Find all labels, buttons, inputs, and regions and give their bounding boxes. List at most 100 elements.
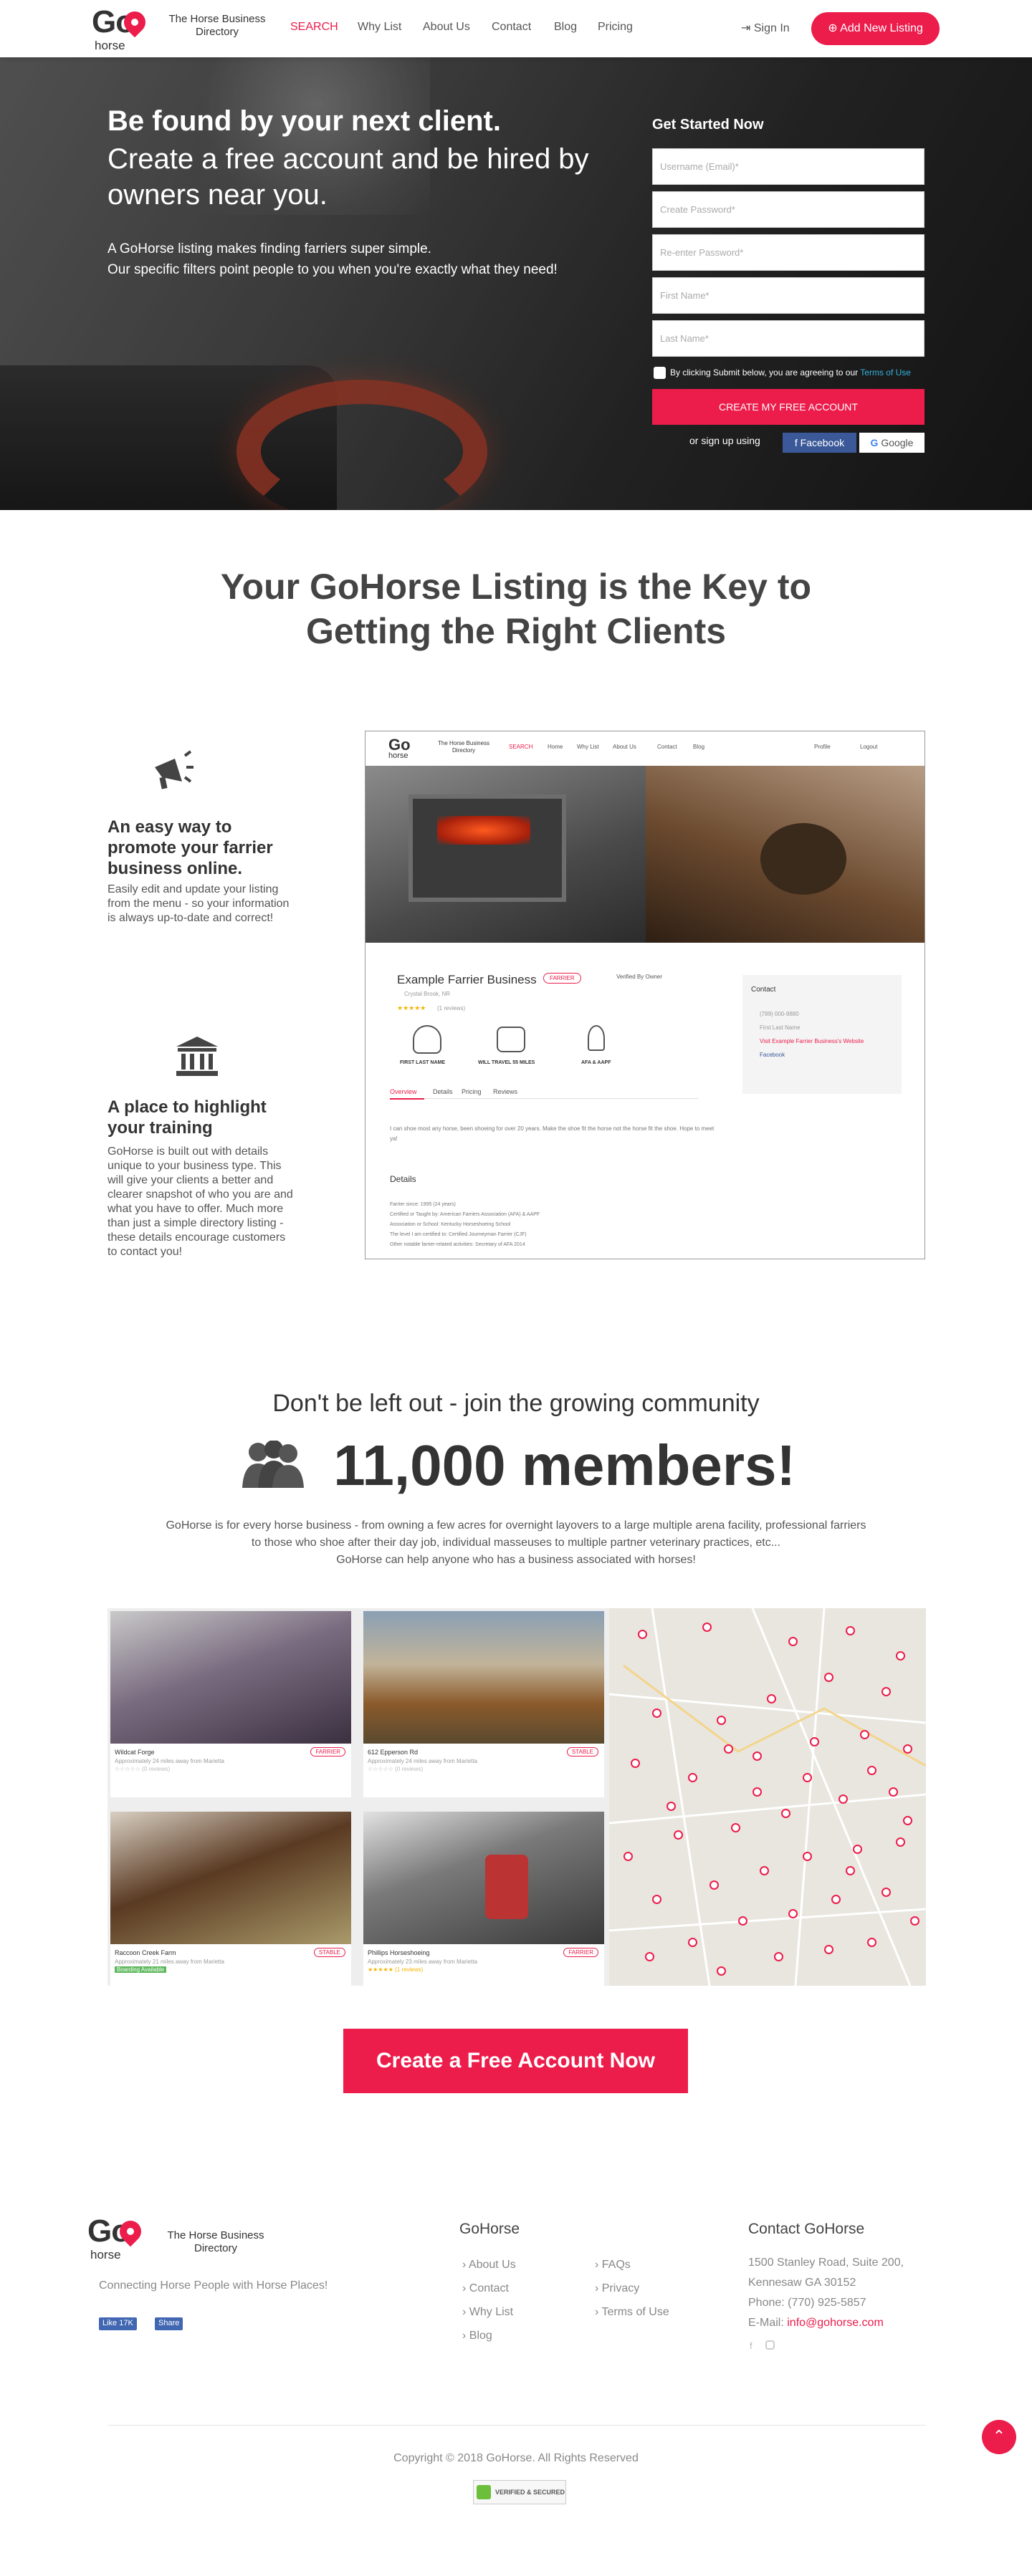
- create-free-account-button[interactable]: Create a Free Account Now: [343, 2029, 688, 2093]
- footer-email-link[interactable]: info@gohorse.com: [787, 2317, 884, 2329]
- username-input[interactable]: [652, 148, 924, 185]
- map-marker-icon[interactable]: [867, 1938, 876, 1947]
- last-name-input[interactable]: [652, 320, 924, 357]
- result-distance: Approximately 23 miles away from Mariett…: [368, 1959, 477, 1965]
- map-marker-icon[interactable]: [889, 1787, 898, 1797]
- nav-contact[interactable]: Contact: [492, 21, 531, 34]
- facebook-share-button[interactable]: Share: [155, 2317, 183, 2330]
- map-marker-icon[interactable]: [781, 1809, 790, 1818]
- footer-link-terms[interactable]: › Terms of Use: [595, 2306, 669, 2319]
- footer-gohorse-title: GoHorse: [459, 2221, 520, 2237]
- hero-subheadline: Create a free account and be hired by ow…: [108, 143, 589, 211]
- footer-link-privacy[interactable]: › Privacy: [595, 2282, 639, 2295]
- map-marker-icon[interactable]: [860, 1730, 869, 1739]
- footer-link-blog[interactable]: › Blog: [462, 2330, 492, 2342]
- create-account-button[interactable]: CREATE MY FREE ACCOUNT: [652, 389, 924, 425]
- map-marker-icon[interactable]: [631, 1759, 640, 1768]
- map-marker-icon[interactable]: [752, 1787, 762, 1797]
- map-marker-icon[interactable]: [846, 1626, 855, 1635]
- reenter-password-input[interactable]: [652, 234, 924, 271]
- back-to-top-button[interactable]: ⌃: [982, 2420, 1016, 2454]
- map-marker-icon[interactable]: [788, 1909, 798, 1918]
- google-signup-button[interactable]: G Google: [859, 433, 924, 453]
- add-listing-button[interactable]: ⊕ Add New Listing: [811, 12, 940, 45]
- map-marker-icon[interactable]: [710, 1880, 719, 1890]
- first-name-input[interactable]: [652, 277, 924, 314]
- map-marker-icon[interactable]: [717, 1716, 726, 1725]
- map-marker-icon[interactable]: [774, 1952, 783, 1961]
- mockup-nav-contact: Contact: [657, 744, 677, 750]
- map-marker-icon[interactable]: [731, 1823, 740, 1832]
- terms-checkbox[interactable]: [654, 367, 666, 379]
- map-marker-icon[interactable]: [824, 1945, 833, 1954]
- mockup-logo-horse: horse: [388, 751, 408, 760]
- mockup-details-title: Details: [390, 1174, 416, 1184]
- map-marker-icon[interactable]: [824, 1673, 833, 1682]
- map-marker-icon[interactable]: [652, 1895, 661, 1904]
- secured-label: VERIFIED & SECURED: [495, 2489, 565, 2496]
- map-marker-icon[interactable]: [882, 1687, 891, 1696]
- terms-text: By clicking Submit below, you are agreei…: [670, 367, 911, 378]
- footer-facebook-icon[interactable]: f: [750, 2340, 752, 2351]
- map-marker-icon[interactable]: [867, 1766, 876, 1775]
- map-marker-icon[interactable]: [717, 1966, 726, 1976]
- facebook-signup-button[interactable]: f Facebook: [783, 433, 856, 453]
- map-marker-icon[interactable]: [688, 1773, 697, 1782]
- map-marker-icon[interactable]: [702, 1623, 712, 1632]
- map-marker-icon[interactable]: [853, 1845, 862, 1854]
- secured-badge[interactable]: VERIFIED & SECURED: [473, 2480, 566, 2504]
- signin-link[interactable]: ⇥ Sign In: [741, 21, 790, 35]
- footer-link-contact[interactable]: › Contact: [462, 2282, 509, 2295]
- logo[interactable]: Go horse: [92, 4, 150, 54]
- map-marker-icon[interactable]: [896, 1837, 905, 1847]
- footer-link-why-list[interactable]: › Why List: [462, 2306, 513, 2319]
- result-card: 612 Epperson Rd STABLE Approximately 24 …: [363, 1611, 604, 1797]
- map-marker-icon[interactable]: [903, 1744, 912, 1754]
- map-marker-icon[interactable]: [910, 1916, 919, 1926]
- map-marker-icon[interactable]: [738, 1916, 747, 1926]
- map-marker-icon[interactable]: [666, 1802, 676, 1811]
- footer-logo[interactable]: Go horse: [87, 2214, 146, 2264]
- map-marker-icon[interactable]: [688, 1938, 697, 1947]
- map-marker-icon[interactable]: [882, 1888, 891, 1897]
- map-marker-icon[interactable]: [674, 1830, 683, 1840]
- mockup-detail-5: Other notable farrier-related activities…: [390, 1242, 525, 1247]
- facebook-label: Facebook: [800, 437, 845, 448]
- map-marker-icon[interactable]: [831, 1895, 841, 1904]
- map-marker-icon[interactable]: [760, 1866, 769, 1875]
- map-marker-icon[interactable]: [810, 1737, 819, 1746]
- nav-about-us[interactable]: About Us: [423, 21, 470, 34]
- map-marker-icon[interactable]: [846, 1866, 855, 1875]
- footer-instagram-icon[interactable]: [765, 2340, 775, 2350]
- footer-link-faqs[interactable]: › FAQs: [595, 2259, 631, 2272]
- facebook-like-button[interactable]: Like 17K: [99, 2317, 137, 2330]
- map-marker-icon[interactable]: [724, 1744, 733, 1754]
- map-marker-icon[interactable]: [788, 1637, 798, 1646]
- footer-tagline: The Horse Business Directory: [167, 2229, 264, 2254]
- map-marker-icon[interactable]: [803, 1852, 812, 1861]
- mockup-location: Crystal Brook, NR: [404, 991, 451, 997]
- terms-link[interactable]: Terms of Use: [860, 367, 911, 378]
- map-marker-icon[interactable]: [638, 1630, 647, 1639]
- result-distance: Approximately 24 miles away from Mariett…: [115, 1758, 224, 1764]
- map-marker-icon[interactable]: [896, 1651, 905, 1661]
- map-marker-icon[interactable]: [624, 1852, 633, 1861]
- terms-prefix: By clicking Submit below, you are agreei…: [670, 367, 859, 378]
- map-marker-icon[interactable]: [903, 1816, 912, 1825]
- footer-link-about[interactable]: › About Us: [462, 2259, 516, 2272]
- map-marker-icon[interactable]: [838, 1794, 848, 1804]
- map-marker-icon[interactable]: [803, 1773, 812, 1782]
- map-marker-icon[interactable]: [752, 1751, 762, 1761]
- or-signup-text: or sign up using: [689, 435, 760, 446]
- result-photo: [110, 1812, 351, 1944]
- map-marker-icon[interactable]: [645, 1952, 654, 1961]
- nav-why-list[interactable]: Why List: [358, 21, 401, 34]
- result-name: Wildcat Forge: [115, 1749, 155, 1756]
- results-map: [609, 1608, 926, 1986]
- nav-blog[interactable]: Blog: [554, 21, 577, 34]
- map-marker-icon[interactable]: [652, 1708, 661, 1718]
- password-input[interactable]: [652, 191, 924, 228]
- map-marker-icon[interactable]: [767, 1694, 776, 1703]
- nav-pricing[interactable]: Pricing: [598, 21, 633, 34]
- nav-search[interactable]: SEARCH: [290, 21, 338, 34]
